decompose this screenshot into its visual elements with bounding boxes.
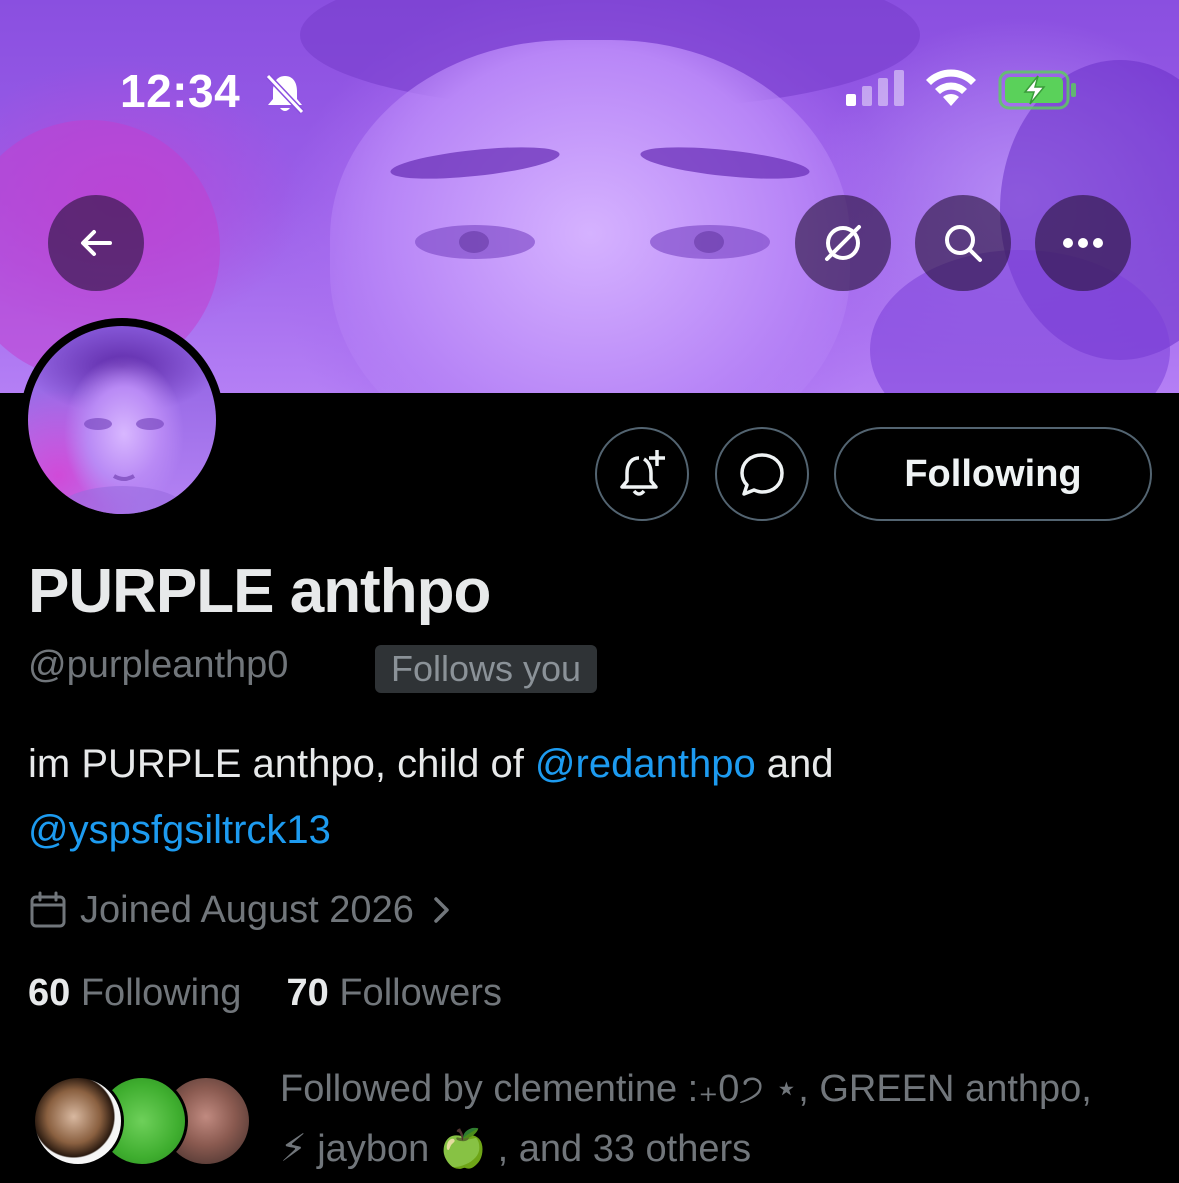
follower-avatar-1[interactable] (32, 1075, 124, 1167)
followed-by-line-1[interactable]: Followed by clementine :₊0੭ ⋆, GREEN ant… (280, 1066, 1092, 1111)
banner-eye-right (650, 225, 770, 259)
search-icon (945, 225, 982, 262)
grok-icon (825, 225, 861, 261)
cellular-signal-icon (846, 70, 904, 106)
joined-date: Joined August 2026 (80, 888, 414, 931)
grok-button[interactable] (795, 195, 891, 291)
bio-line-2: @yspsfgsiltrck13 (28, 808, 331, 853)
banner-face (330, 40, 850, 393)
joined-row[interactable]: Joined August 2026 (28, 885, 456, 935)
following-label: Following (80, 972, 242, 1014)
following-count-link[interactable]: 60 Following (28, 972, 241, 1014)
more-horizontal-icon (1063, 238, 1103, 248)
chevron-right-icon (434, 897, 449, 923)
bio-prefix: im PURPLE anthpo, child of (28, 742, 535, 786)
following-button[interactable]: Following (834, 427, 1152, 521)
message-button[interactable] (715, 427, 809, 521)
follows-you-badge: Follows you (375, 645, 598, 693)
bio-line-1: im PURPLE anthpo, child of @redanthpo an… (28, 742, 834, 787)
banner-eye-left (415, 225, 535, 259)
display-name: PURPLE anthpo (28, 557, 491, 626)
notify-button[interactable] (595, 427, 689, 521)
avatar-portrait (52, 418, 192, 514)
bell-plus-icon (620, 450, 665, 496)
bio-middle: and (755, 742, 834, 786)
avatar[interactable] (28, 326, 216, 514)
calendar-icon (30, 891, 66, 928)
more-button[interactable] (1035, 195, 1131, 291)
bio-mention-redanthpo[interactable]: @redanthpo (535, 742, 756, 786)
back-button[interactable] (48, 195, 144, 291)
followed-by-line-2[interactable]: ⚡ jaybon 🍏 , and 33 others (280, 1126, 751, 1171)
followers-label: Followers (339, 972, 502, 1014)
search-button[interactable] (915, 195, 1011, 291)
arrow-left-icon (81, 230, 112, 256)
bell-slash-icon (265, 73, 305, 114)
followers-count: 70 (286, 972, 329, 1014)
handle: @purpleanthp0 (28, 644, 289, 686)
status-time: 12:34 (120, 65, 241, 117)
following-count: 60 (28, 972, 71, 1014)
avatar-ring (20, 318, 224, 522)
wifi-icon (926, 69, 976, 106)
battery-charging-icon (998, 70, 1076, 110)
followers-count-link[interactable]: 70 Followers (287, 972, 502, 1014)
message-bubble-icon (740, 453, 784, 496)
follow-counts: 60 Following 70 Followers (28, 972, 502, 1015)
bio-mention-yspsfgsiltrck13[interactable]: @yspsfgsiltrck13 (28, 808, 331, 852)
